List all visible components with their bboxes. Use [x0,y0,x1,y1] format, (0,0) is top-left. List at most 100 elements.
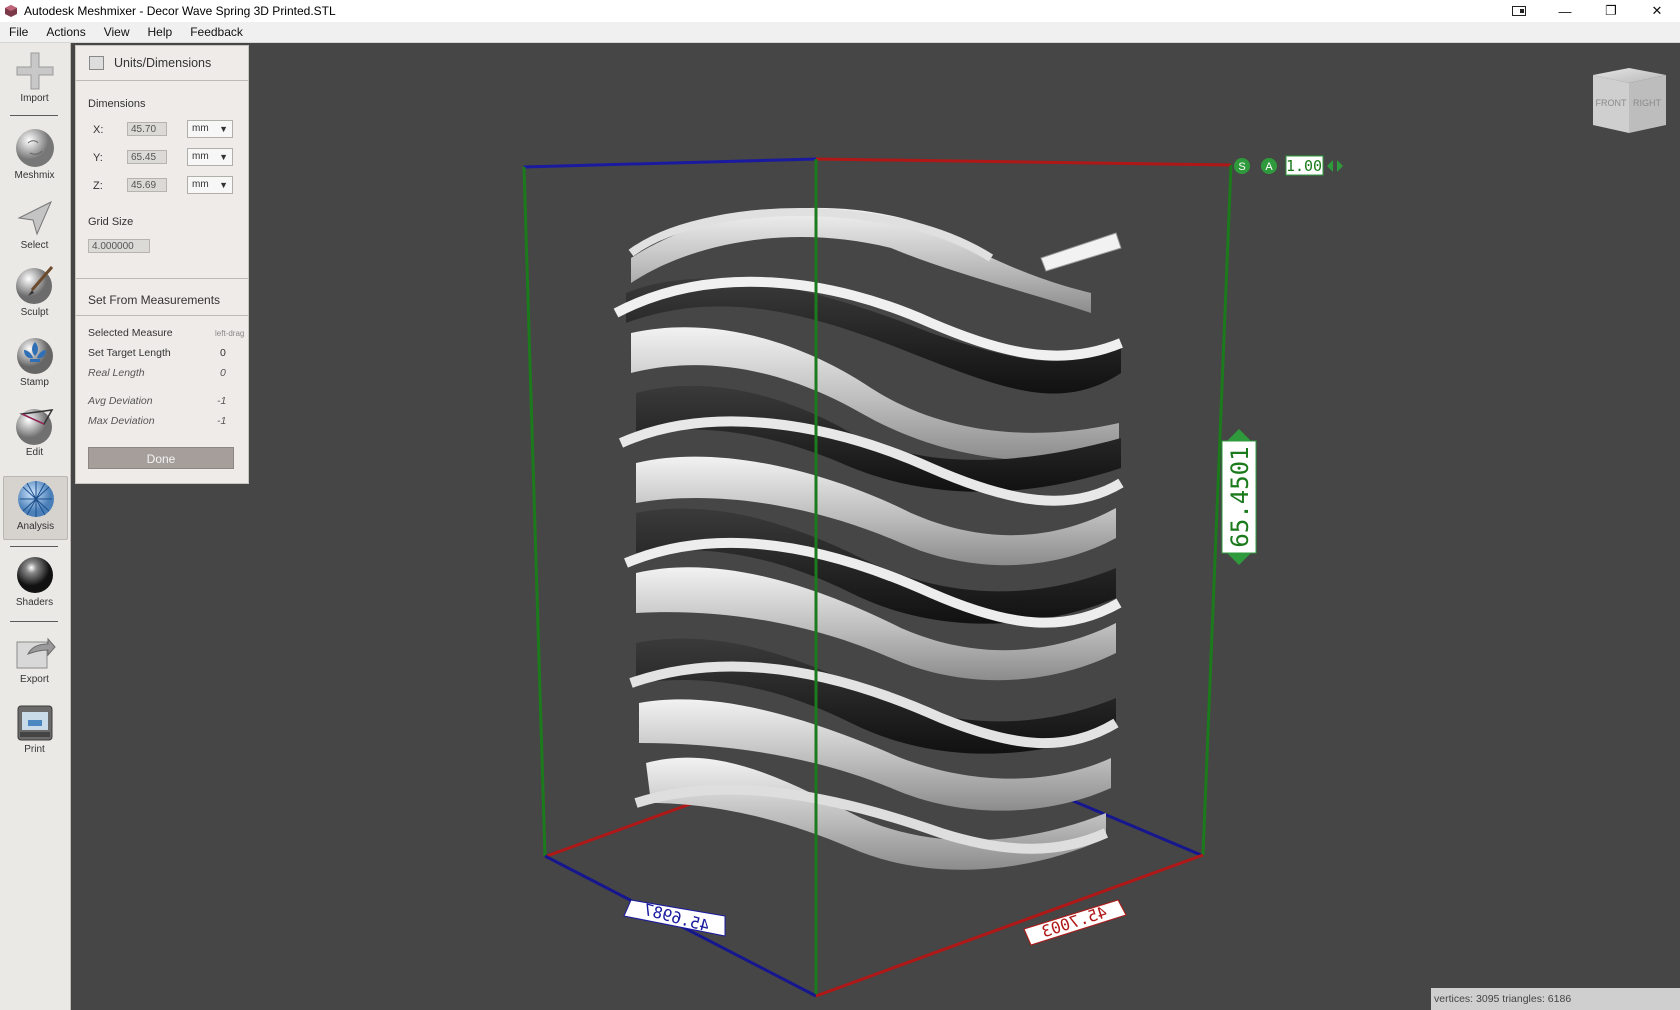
panel-divider [76,278,248,279]
height-readout: 65.4501 [1226,446,1254,547]
panel-title: Units/Dimensions [114,56,212,70]
y-dimension-field[interactable]: 65.45 [127,150,167,164]
x-dimension-handle[interactable]: 45.6987 [623,899,726,937]
tool-edit-label: Edit [25,447,44,458]
y-label: Y: [93,152,103,164]
measure-section-title: Set From Measurements [88,293,221,307]
real-length-value: 0 [220,367,226,379]
tool-meshmix-label: Meshmix [14,170,55,181]
chevron-down-icon: ▼ [219,180,228,190]
menu-actions[interactable]: Actions [37,25,94,39]
select-arrow-icon [11,196,59,240]
tool-analysis-label: Analysis [16,521,55,532]
menu-view[interactable]: View [95,25,139,39]
tool-stamp-label: Stamp [20,377,49,388]
selected-measure-value: left-drag [215,329,245,338]
meshmixer-app-icon [5,5,17,17]
menu-feedback[interactable]: Feedback [181,25,252,39]
tool-analysis[interactable]: Analysis [3,476,68,540]
export-icon [11,630,59,674]
panel-header: Units/Dimensions [76,46,248,81]
selected-measure-label: Selected Measure [88,327,173,339]
menu-bar: File Actions View Help Feedback [0,22,1680,43]
z-unit-value: mm [192,179,209,190]
sculpt-brush-icon [11,263,59,307]
tool-shaders[interactable]: Shaders [3,553,66,608]
x-dimension-field[interactable]: 45.70 [127,122,167,136]
a-button-label: A [1265,161,1273,173]
menu-file[interactable]: File [0,25,37,39]
z-label: Z: [93,180,103,192]
toolbar-divider [10,115,58,116]
3d-viewport[interactable]: S A 1.00 65.4501 45.6987 45.7003 FRONT R… [71,43,1680,1010]
cube-front-label: FRONT [1596,98,1627,108]
z-dimension-handle[interactable]: 45.7003 [1023,899,1127,946]
restore-button[interactable]: ❐ [1588,0,1634,22]
target-length-value[interactable]: 0 [220,347,226,359]
units-dimensions-panel: Units/Dimensions Dimensions X: 45.70 mm ▼… [75,45,249,484]
view-cube[interactable]: FRONT RIGHT [1593,68,1666,133]
tool-print[interactable]: Print [3,700,66,755]
x-unit-select[interactable]: mm ▼ [187,120,233,138]
z-unit-select[interactable]: mm ▼ [187,176,233,194]
height-down-arrow-icon[interactable] [1227,553,1251,565]
wave-spring-model[interactable] [613,207,1124,870]
tool-sculpt-label: Sculpt [20,307,49,318]
target-length-label: Set Target Length [88,347,171,359]
tool-edit[interactable]: Edit [3,403,66,458]
tool-shaders-label: Shaders [15,597,54,608]
menu-help[interactable]: Help [139,25,182,39]
scale-increase-arrow-icon[interactable] [1337,160,1343,172]
tool-export[interactable]: Export [3,630,66,685]
grid-size-field[interactable]: 4.000000 [88,239,150,253]
printer-icon [11,700,59,744]
tool-import-label: Import [20,93,49,104]
stamp-fleur-icon [11,333,59,377]
z-dimension-field[interactable]: 45.69 [127,178,167,192]
tool-print-label: Print [24,744,45,755]
cube-right-label: RIGHT [1633,98,1662,108]
window-title: Autodesk Meshmixer - Decor Wave Spring 3… [24,4,336,18]
max-deviation-label: Max Deviation [88,415,155,427]
s-button-label: S [1238,161,1245,173]
toolbar-divider [10,621,58,622]
tool-import[interactable]: Import [3,49,66,104]
edit-sphere-icon [11,403,59,447]
grid-size-label: Grid Size [88,216,134,228]
title-bar: Autodesk Meshmixer - Decor Wave Spring 3… [0,0,1680,22]
tool-meshmix[interactable]: Meshmix [3,126,66,181]
height-dimension-handle[interactable]: 65.4501 [1221,429,1257,565]
real-length-label: Real Length [88,367,145,379]
minimize-button[interactable]: — [1542,0,1588,22]
tool-stamp[interactable]: Stamp [3,333,66,388]
z-readout: 45.7003 [1039,902,1109,941]
tool-select-label: Select [20,240,49,251]
max-deviation-value: -1 [217,415,227,427]
chevron-down-icon: ▼ [219,124,228,134]
panel-divider [76,315,248,316]
toolbar-divider [10,546,58,547]
analysis-mesh-icon [12,477,60,521]
meshmix-bunny-icon [11,126,59,170]
tool-sculpt[interactable]: Sculpt [3,263,66,318]
shader-sphere-icon [11,553,59,597]
y-unit-select[interactable]: mm ▼ [187,148,233,166]
dimensions-label: Dimensions [88,98,146,110]
tool-select[interactable]: Select [3,196,66,251]
x-label: X: [93,124,104,136]
avg-deviation-value: -1 [217,395,227,407]
avg-deviation-label: Avg Deviation [88,395,153,407]
scale-controls: S A 1.00 [1234,155,1343,176]
done-button[interactable]: Done [88,447,234,469]
chevron-down-icon: ▼ [219,152,228,162]
panel-icon [89,56,104,70]
close-button[interactable]: ✕ [1634,0,1680,22]
height-up-arrow-icon[interactable] [1227,429,1251,441]
scale-value: 1.00 [1286,157,1322,175]
tool-sidebar: Import Meshmix Select Sculpt Stamp Edit [0,43,71,1010]
mesh-stats-status: vertices: 3095 triangles: 6186 [1431,988,1680,1010]
plus-icon [11,49,59,93]
x-readout: 45.6987 [641,900,711,936]
scale-decrease-arrow-icon[interactable] [1327,160,1333,172]
tablet-mode-icon[interactable] [1496,0,1542,22]
